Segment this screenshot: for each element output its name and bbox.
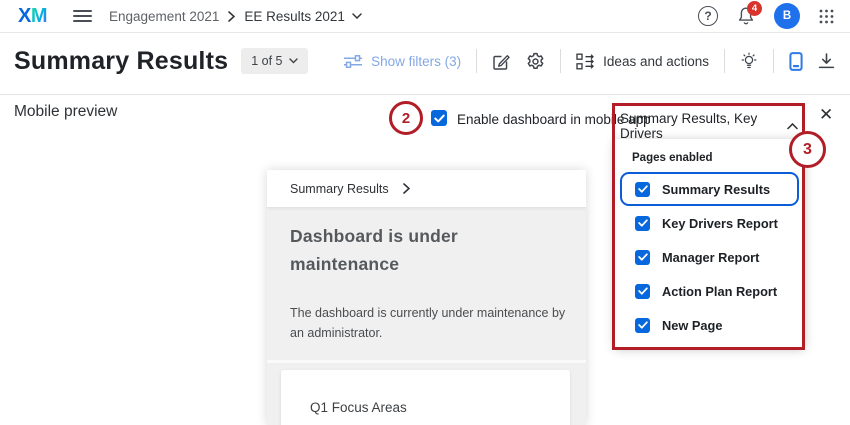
xm-logo-m: M	[30, 4, 48, 27]
download-icon	[818, 53, 835, 69]
page-selector-label: 1 of 5	[251, 54, 283, 68]
phone-preview-header: Summary Results	[267, 170, 586, 208]
ideas-and-actions-icon	[576, 53, 595, 70]
page-title: Summary Results	[14, 46, 229, 75]
app-grid-icon[interactable]	[819, 9, 834, 24]
page-checkbox[interactable]	[635, 181, 650, 197]
annotation-step-3: 3	[789, 131, 826, 168]
xm-logo-x: X	[18, 4, 31, 27]
breadcrumb-dashboard-label: EE Results 2021	[244, 8, 345, 24]
check-icon	[637, 185, 648, 193]
widget-card: Q1 Focus Areas	[281, 370, 570, 425]
breadcrumb-dashboard[interactable]: EE Results 2021	[244, 9, 362, 24]
help-icon[interactable]: ?	[698, 6, 718, 26]
breadcrumb: Engagement 2021 EE Results 2021	[109, 9, 362, 24]
settings-button[interactable]	[526, 52, 545, 71]
page-checkbox[interactable]	[635, 283, 650, 299]
lightbulb-icon	[740, 52, 758, 71]
dashboard-screen: X M Engagement 2021 EE Results 2021 ? 4 …	[0, 0, 850, 425]
mobile-phone-icon	[789, 51, 803, 71]
phone-header-title: Summary Results	[290, 181, 389, 196]
notification-badge: 4	[747, 1, 762, 16]
widget-title: Q1 Focus Areas	[310, 400, 407, 415]
export-button[interactable]	[818, 53, 835, 69]
chevron-down-icon	[289, 58, 299, 64]
topbar-actions: ? 4 B	[698, 1, 834, 29]
page-item-label: Key Drivers Report	[662, 215, 778, 231]
page-item-manager-report[interactable]: Manager Report	[620, 240, 799, 274]
page-item-label: New Page	[662, 317, 723, 333]
toolbar-divider	[724, 49, 725, 73]
phone-section-divider	[267, 360, 586, 363]
page-item-action-plan[interactable]: Action Plan Report	[620, 274, 799, 308]
page-item-key-drivers[interactable]: Key Drivers Report	[620, 206, 799, 240]
ideas-and-actions-label: Ideas and actions	[603, 53, 709, 69]
chevron-right-icon	[228, 10, 236, 22]
page-item-label: Action Plan Report	[662, 283, 778, 299]
dashboard-toolbar: Summary Results 1 of 5 Show filters (3) …	[0, 34, 850, 95]
page-checkbox[interactable]	[635, 215, 650, 231]
annotation-step-2-number: 2	[401, 109, 411, 127]
pages-enabled-dropdown-value: Summary Results, Key Drivers	[620, 111, 758, 141]
toolbar-divider	[560, 49, 562, 73]
mobile-preview-button[interactable]	[789, 51, 803, 71]
chevron-up-icon	[787, 122, 798, 130]
toolbar-divider	[476, 49, 478, 73]
pages-enabled-list: Summary Results Key Drivers Report Manag…	[615, 172, 804, 342]
pages-enabled-dropdown[interactable]: Summary Results, Key Drivers	[620, 111, 798, 141]
edit-dashboard-button[interactable]	[492, 52, 511, 71]
annotation-step-2: 2	[389, 101, 423, 135]
enable-mobile-checkbox[interactable]	[431, 110, 447, 126]
annotation-step-3-number: 3	[803, 140, 812, 158]
page-item-label: Manager Report	[662, 249, 760, 265]
page-checkbox[interactable]	[635, 317, 650, 333]
check-icon	[637, 287, 648, 295]
chevron-down-icon	[352, 13, 362, 19]
toolbar-divider	[773, 49, 774, 73]
avatar[interactable]: B	[774, 3, 800, 29]
breadcrumb-project[interactable]: Engagement 2021	[109, 9, 219, 24]
gear-icon	[526, 52, 545, 71]
hamburger-menu-icon[interactable]	[73, 9, 93, 23]
check-icon	[637, 219, 648, 227]
page-item-summary-results[interactable]: Summary Results	[620, 172, 799, 206]
check-icon	[433, 114, 445, 122]
close-mobile-preview-button[interactable]: ✕	[819, 105, 833, 125]
help-glyph: ?	[704, 9, 712, 23]
page-item-label: Summary Results	[662, 181, 771, 197]
maintenance-message: The dashboard is currently under mainten…	[290, 305, 566, 341]
edit-pencil-icon	[492, 52, 511, 71]
phone-preview: Summary Results Dashboard is under maint…	[267, 170, 586, 425]
avatar-initial: B	[782, 10, 792, 22]
mobile-preview-title: Mobile preview	[14, 103, 118, 120]
xm-logo[interactable]: X M	[18, 4, 48, 28]
pages-enabled-panel: Pages enabled Summary Results Key Driver…	[615, 139, 804, 347]
page-item-new-page[interactable]: New Page	[620, 308, 799, 342]
top-nav-bar: X M Engagement 2021 EE Results 2021 ? 4 …	[0, 0, 850, 33]
chevron-right-icon	[402, 183, 410, 194]
show-filters-label: Show filters (3)	[371, 53, 462, 69]
check-icon	[637, 253, 648, 261]
page-checkbox[interactable]	[635, 249, 650, 265]
notifications-button[interactable]: 4	[737, 1, 762, 26]
toolbar-actions: Show filters (3) Ideas and actions	[344, 49, 835, 73]
filters-slider-icon	[344, 54, 363, 68]
phone-preview-body: Dashboard is under maintenance The dashb…	[267, 208, 586, 425]
pages-enabled-header: Pages enabled	[632, 152, 713, 164]
maintenance-heading: Dashboard is under maintenance	[290, 226, 458, 275]
show-filters-button[interactable]: Show filters (3)	[344, 54, 461, 69]
close-icon: ✕	[819, 105, 834, 124]
page-selector[interactable]: 1 of 5	[241, 48, 309, 74]
ideas-and-actions-button[interactable]: Ideas and actions	[576, 53, 709, 70]
customize-button[interactable]	[740, 52, 758, 71]
check-icon	[637, 321, 648, 329]
